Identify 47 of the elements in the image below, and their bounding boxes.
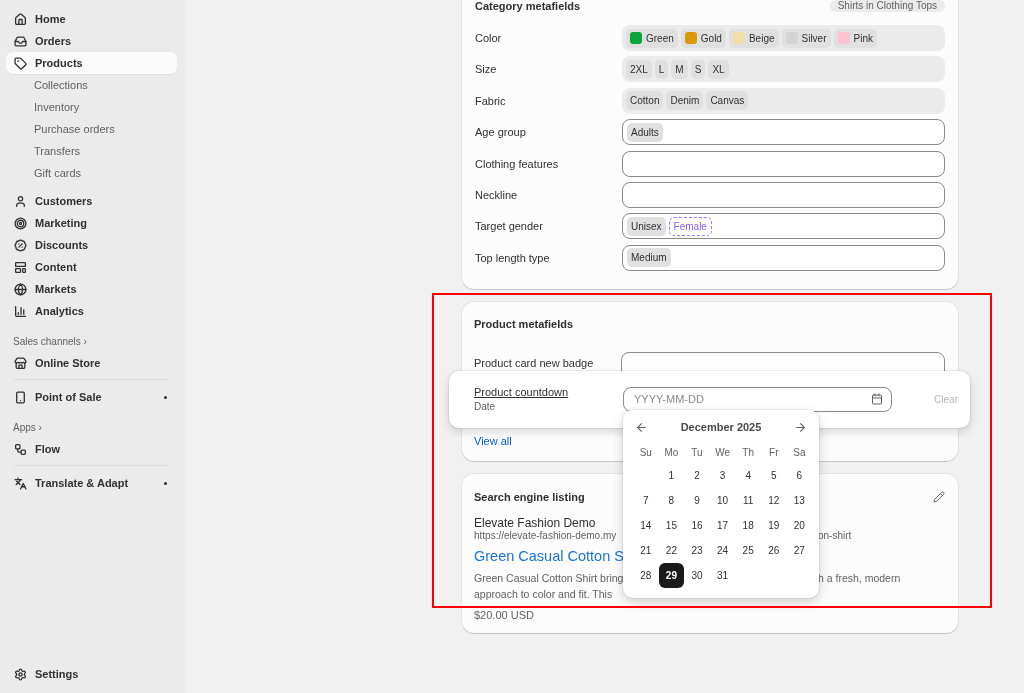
field-label: Age group xyxy=(475,126,527,139)
field-label: Top length type xyxy=(475,251,551,264)
price: $20.00 USD xyxy=(474,608,534,621)
value-tag: Adults xyxy=(627,122,663,142)
page-url: on-shirt xyxy=(818,529,853,541)
value-tag: 2XL xyxy=(626,59,652,79)
card-title: Category metafields xyxy=(475,0,581,12)
category-badge: Shirts in Clothing Tops xyxy=(829,0,945,12)
weekday-label: Su xyxy=(638,445,653,460)
weekday-label: Fr xyxy=(768,445,780,460)
store-name: Elevate Fashion Demo xyxy=(474,515,596,530)
value-tag: Cotton xyxy=(626,91,664,111)
value-tag: Female xyxy=(668,216,712,236)
weekday-label: Th xyxy=(741,445,755,460)
weekday-label: Tu xyxy=(690,445,704,460)
field-label: Neckline xyxy=(475,188,519,201)
page-description: Green Casual Cotton Shirt bring xyxy=(474,570,623,586)
value-tag: Gold xyxy=(680,28,726,48)
value-tag: XL xyxy=(708,59,729,79)
value-tag: Pink xyxy=(833,28,877,48)
field-label: Clothing features xyxy=(475,157,560,170)
field-type: Date xyxy=(474,401,497,413)
value-tag: Denim xyxy=(666,91,704,111)
value-tag: Beige xyxy=(728,28,779,48)
page-description: approach to color and fit. This xyxy=(474,586,613,602)
field-label: Size xyxy=(475,63,498,76)
value-tag: Canvas xyxy=(706,91,749,111)
field-label: Target gender xyxy=(475,220,544,233)
weekday-label: Mo xyxy=(663,445,680,460)
value-tag: Silver xyxy=(781,28,831,48)
value-tag: L xyxy=(654,59,669,79)
field-label: Product card new badge xyxy=(474,355,595,369)
value-tag: S xyxy=(690,59,706,79)
weekday-label: We xyxy=(714,445,731,460)
field-label: Fabric xyxy=(475,94,507,107)
value-tag: Unisex xyxy=(627,216,666,236)
field-label: Product countdown xyxy=(474,386,570,399)
value-tag: M xyxy=(671,59,688,79)
value-tag: Medium xyxy=(627,248,671,268)
page-url: https://elevate-fashion-demo.my xyxy=(474,529,618,541)
card-title: Search engine listing xyxy=(474,490,585,503)
page-description: h a fresh, modern xyxy=(818,570,902,586)
card-title: Product metafields xyxy=(474,317,575,330)
field-label: Color xyxy=(475,32,503,44)
month-title: December 2025 xyxy=(680,421,762,433)
weekday-label: Sa xyxy=(792,445,807,460)
value-tag: Green xyxy=(626,28,678,48)
